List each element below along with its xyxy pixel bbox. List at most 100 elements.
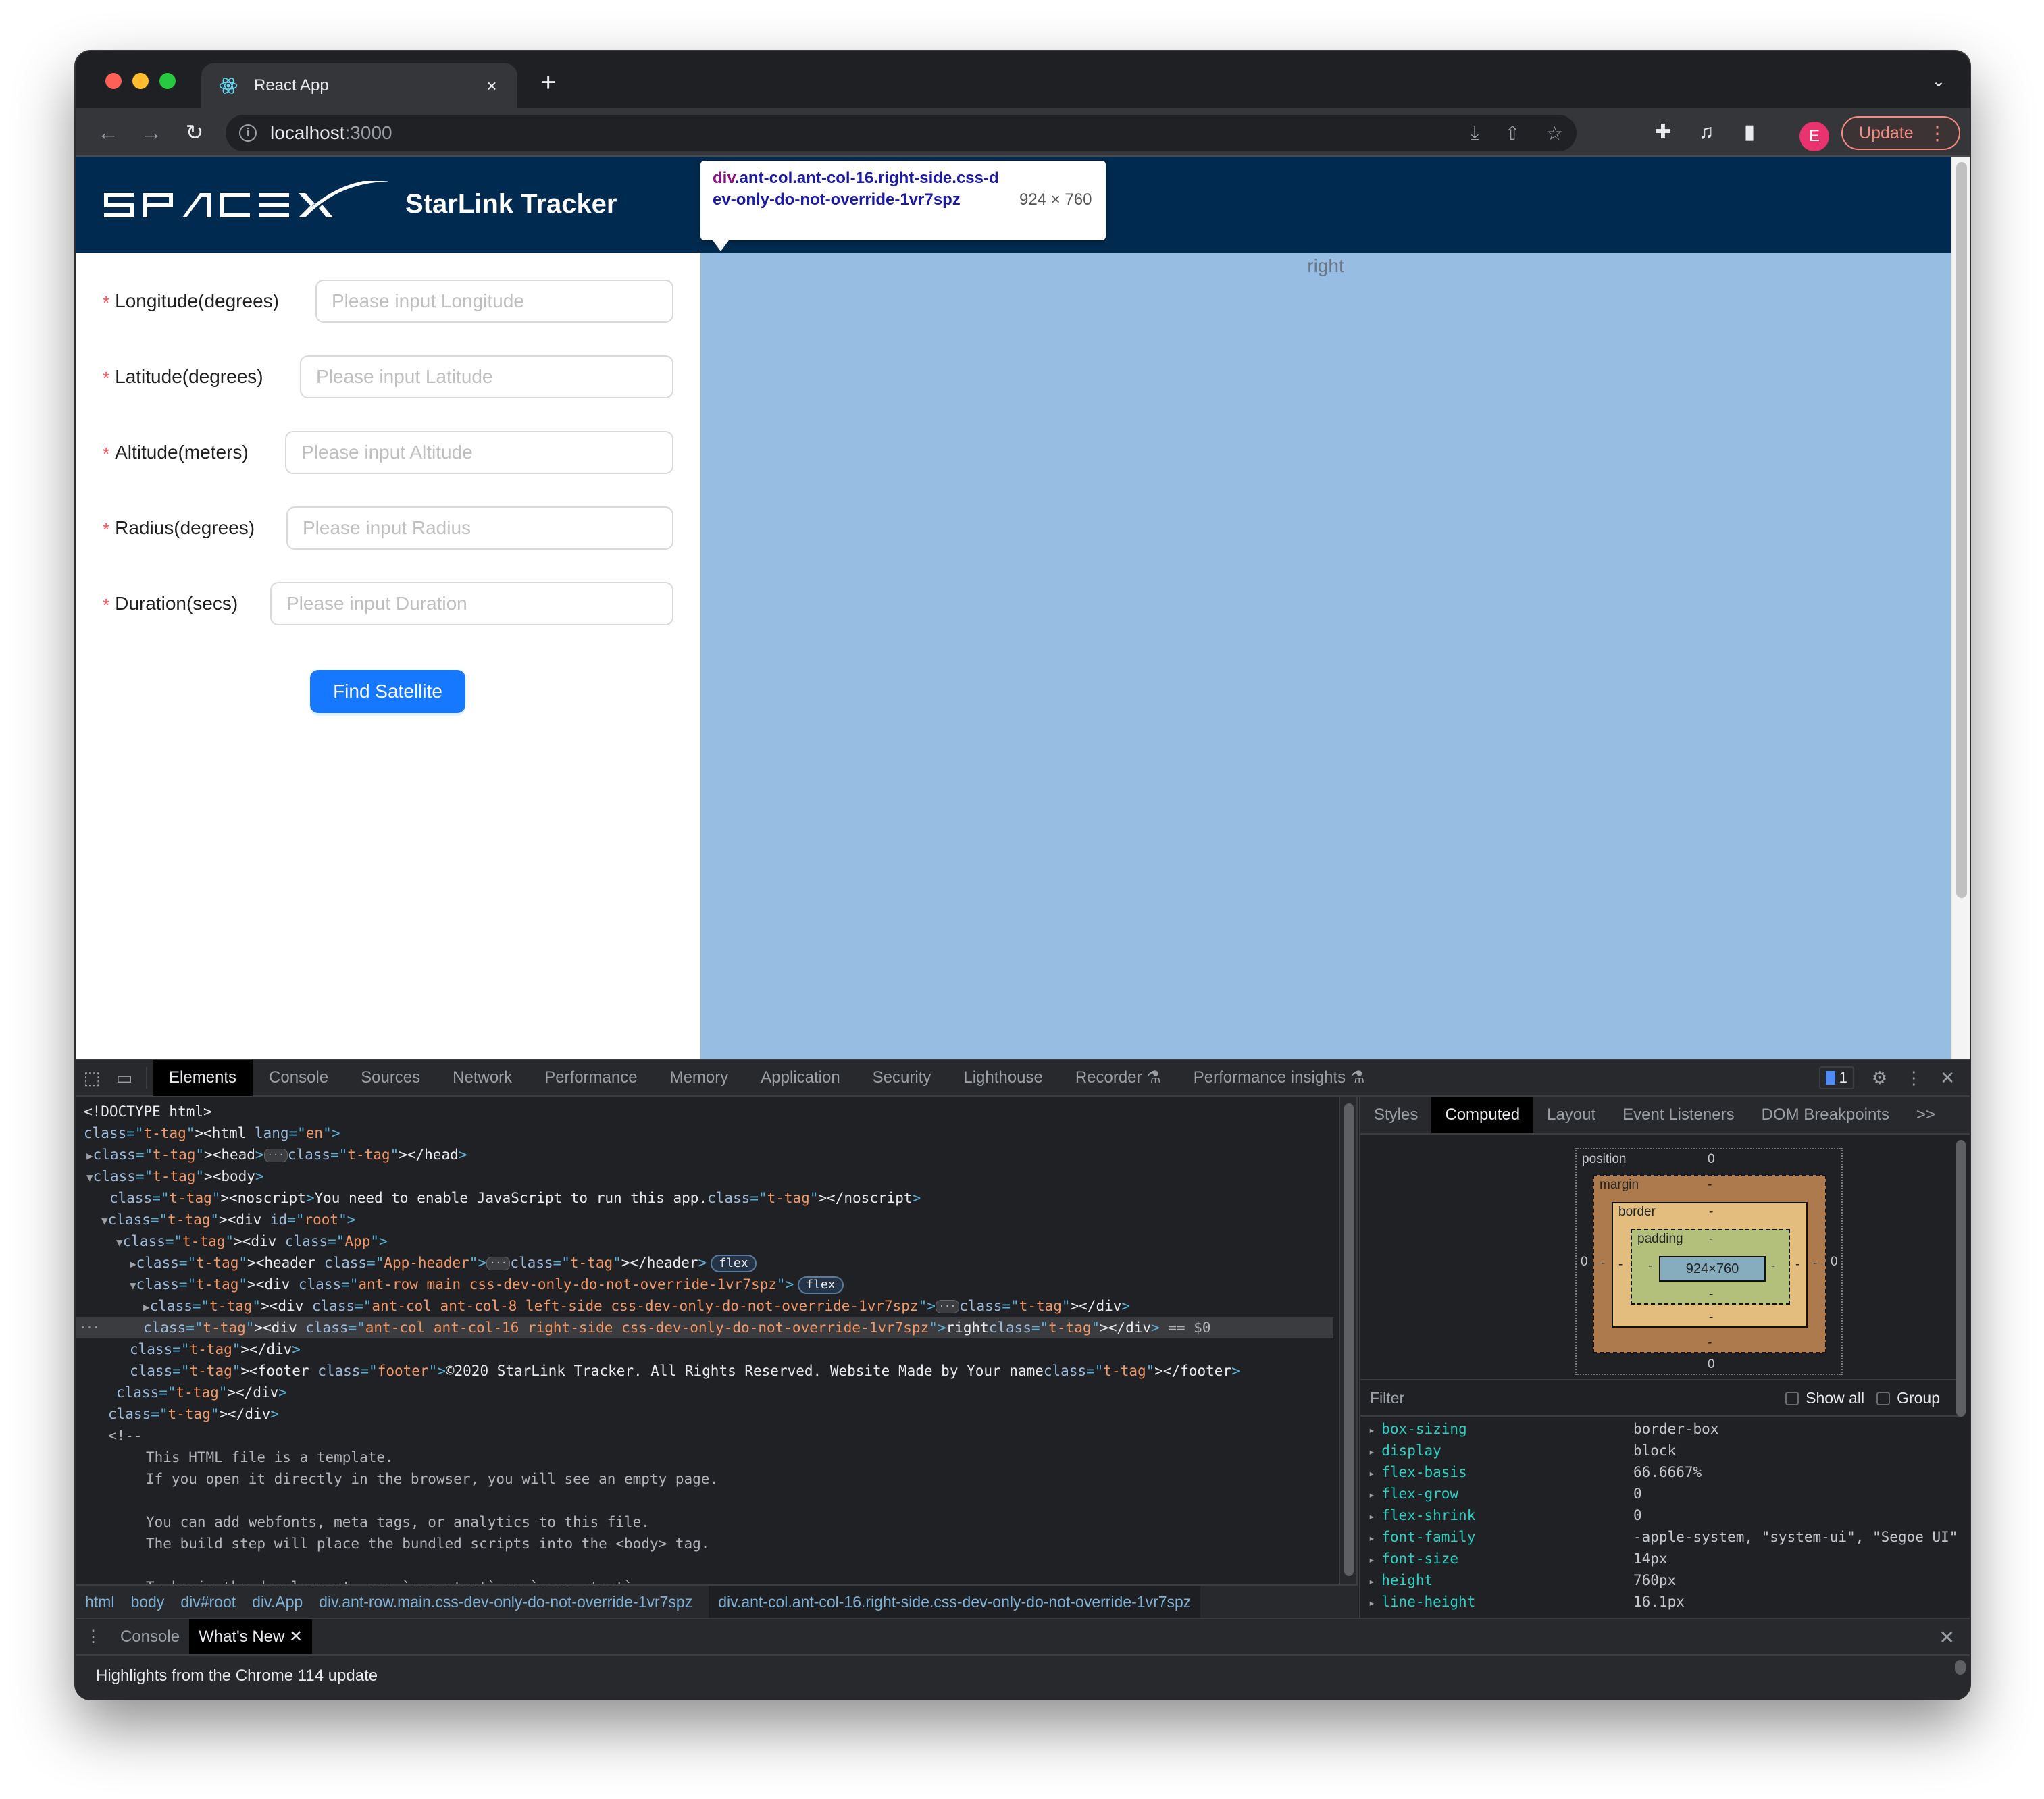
node-actions-icon[interactable]: ··· <box>80 1317 99 1338</box>
close-window-button[interactable] <box>105 73 122 89</box>
elements-scrollbar-thumb[interactable] <box>1344 1103 1354 1576</box>
breadcrumb-item[interactable]: div#root <box>180 1593 236 1611</box>
address-bar[interactable]: i localhost :3000 ⤓ ⇧ ☆ <box>226 115 1577 151</box>
computed-property-row[interactable]: height760px <box>1360 1569 1962 1591</box>
device-toolbar-icon[interactable]: ▭ <box>108 1068 140 1089</box>
bookmark-star-icon[interactable]: ☆ <box>1546 122 1563 145</box>
sidebar-tab-computed[interactable]: Computed <box>1431 1097 1534 1133</box>
breadcrumb-item-active[interactable]: div.ant-col.ant-col-16.right-side.css-de… <box>709 1586 1201 1618</box>
more-options-icon[interactable]: ⋮ <box>1905 1068 1922 1089</box>
show-all-checkbox[interactable]: Show all <box>1785 1389 1876 1407</box>
dom-node-line[interactable]: ▶class="t-tag"><header class="App-header… <box>76 1252 1333 1274</box>
devtools-tab-sources[interactable]: Sources <box>344 1060 436 1096</box>
drawer-tab-console[interactable]: Console <box>111 1619 189 1654</box>
issues-badge[interactable]: 1 <box>1818 1066 1854 1089</box>
page-scrollbar[interactable] <box>1951 157 1970 1059</box>
devtools-tab-application[interactable]: Application <box>744 1060 856 1096</box>
computed-property-row[interactable]: font-family-apple-system, "system-ui", "… <box>1360 1526 1962 1548</box>
sidebar-scrollbar[interactable] <box>1956 1140 1966 1417</box>
latitude-input[interactable] <box>300 355 673 398</box>
close-drawer-icon[interactable]: ✕ <box>1939 1626 1955 1648</box>
checkbox[interactable] <box>1876 1392 1891 1406</box>
drawer-menu-icon[interactable]: ⋮ <box>76 1619 111 1654</box>
site-info-icon[interactable]: i <box>239 124 257 142</box>
devtools-tab-elements[interactable]: Elements <box>153 1060 253 1096</box>
computed-property-row[interactable]: displayblock <box>1360 1440 1962 1461</box>
install-app-icon[interactable]: ⤓ <box>1471 122 1479 145</box>
breadcrumb-item[interactable]: body <box>130 1593 164 1611</box>
breadcrumb-item[interactable]: div.App <box>252 1593 303 1611</box>
close-devtools-icon[interactable]: ✕ <box>1940 1068 1955 1089</box>
dom-node-line[interactable]: class="t-tag"></div> <box>76 1382 1333 1403</box>
tab-close-icon[interactable]: × <box>482 76 501 97</box>
minimize-window-button[interactable] <box>132 73 149 89</box>
devtools-tab-lighthouse[interactable]: Lighthouse <box>947 1060 1058 1096</box>
dom-node-line[interactable]: ▼class="t-tag"><div class="App"> <box>76 1230 1333 1252</box>
forward-arrow-icon[interactable]: → <box>138 119 165 146</box>
more-tabs-chevron-icon[interactable]: >> <box>1903 1097 1949 1133</box>
dom-node-line[interactable]: You can add webfonts, meta tags, or anal… <box>76 1511 1333 1533</box>
expand-toggle-icon[interactable]: ▼ <box>101 1214 108 1227</box>
dom-node-line[interactable]: class="t-tag"><html lang="en"> <box>76 1122 1333 1144</box>
dom-node-line[interactable]: ▼class="t-tag"><div id="root"> <box>76 1209 1333 1230</box>
dom-node-line[interactable]: class="t-tag"></div> <box>76 1403 1333 1425</box>
close-tab-icon[interactable]: ✕ <box>289 1627 303 1646</box>
sidebar-tab-layout[interactable]: Layout <box>1533 1097 1609 1133</box>
devtools-tab-performance[interactable]: Performance <box>528 1060 653 1096</box>
checkbox[interactable] <box>1785 1392 1799 1406</box>
devtools-tab-console[interactable]: Console <box>253 1060 344 1096</box>
devtools-tab-performance-insights[interactable]: Performance insights ⚗ <box>1177 1060 1381 1096</box>
computed-property-row[interactable]: flex-basis66.6667% <box>1360 1461 1962 1483</box>
find-satellite-button[interactable]: Find Satellite <box>310 670 465 713</box>
dom-node-line[interactable]: This HTML file is a template. <box>76 1446 1333 1468</box>
sidebar-tab-event-listeners[interactable]: Event Listeners <box>1609 1097 1747 1133</box>
devtools-tab-memory[interactable]: Memory <box>654 1060 745 1096</box>
new-tab-button[interactable]: + <box>540 69 556 96</box>
dom-node-line[interactable]: class="t-tag"><noscript>You need to enab… <box>76 1187 1333 1209</box>
dom-node-line[interactable]: <!DOCTYPE html> <box>76 1101 1333 1122</box>
expand-toggle-icon[interactable]: ▶ <box>86 1149 93 1162</box>
settings-gear-icon[interactable]: ⚙ <box>1872 1068 1887 1089</box>
sidebar-tab-styles[interactable]: Styles <box>1360 1097 1431 1133</box>
dom-node-line[interactable]: ▼class="t-tag"><body> <box>76 1166 1333 1187</box>
expand-toggle-icon[interactable]: ▶ <box>143 1301 150 1313</box>
media-queue-icon[interactable]: ♫ <box>1693 119 1720 146</box>
sidebar-tab-dom-breakpoints[interactable]: DOM Breakpoints <box>1748 1097 1903 1133</box>
tab-search-chevron-icon[interactable]: ⌄ <box>1932 72 1945 91</box>
filter-input[interactable]: Filter <box>1370 1389 1404 1407</box>
side-panel-icon[interactable]: ▮ <box>1736 119 1763 146</box>
drawer-tab-whats-new[interactable]: What's New ✕ <box>189 1619 313 1654</box>
computed-property-row[interactable]: flex-shrink0 <box>1360 1505 1962 1526</box>
devtools-tab-security[interactable]: Security <box>857 1060 948 1096</box>
devtools-tab-recorder[interactable]: Recorder ⚗ <box>1059 1060 1177 1096</box>
expand-toggle-icon[interactable]: ▼ <box>86 1171 93 1184</box>
radius-input[interactable] <box>286 506 673 550</box>
dom-node-line[interactable]: ▶class="t-tag"><div class="ant-col ant-c… <box>76 1295 1333 1317</box>
dom-node-line[interactable]: To begin the development, run `npm start… <box>76 1576 1333 1584</box>
share-icon[interactable]: ⇧ <box>1504 122 1520 145</box>
dom-node-line[interactable]: class="t-tag"><footer class="footer">©20… <box>76 1360 1333 1382</box>
extensions-puzzle-icon[interactable]: ✚ <box>1650 119 1677 146</box>
expand-toggle-icon[interactable]: ▶ <box>130 1257 136 1270</box>
computed-property-row[interactable]: line-height16.1px <box>1360 1591 1962 1613</box>
duration-input[interactable] <box>270 582 673 625</box>
breadcrumb-item[interactable]: html <box>85 1593 114 1611</box>
maximize-window-button[interactable] <box>159 73 176 89</box>
altitude-input[interactable] <box>285 431 673 474</box>
breadcrumb-item[interactable]: div.ant-row.main.css-dev-only-do-not-ove… <box>319 1593 692 1611</box>
browser-tab[interactable]: React App × <box>201 63 517 108</box>
flex-badge[interactable]: flex <box>711 1255 757 1272</box>
elements-scrollbar[interactable] <box>1339 1097 1358 1584</box>
dom-node-line[interactable]: class="t-tag"></div> <box>76 1338 1333 1360</box>
expand-toggle-icon[interactable]: ▼ <box>116 1236 123 1249</box>
computed-property-row[interactable]: font-size14px <box>1360 1548 1962 1569</box>
update-button[interactable]: Update ⋮ <box>1841 116 1960 150</box>
dom-node-line[interactable]: ▼class="t-tag"><div class="ant-row main … <box>76 1274 1333 1295</box>
computed-property-row[interactable]: box-sizingborder-box <box>1360 1418 1962 1440</box>
inspect-element-icon[interactable]: ⬚ <box>76 1068 108 1089</box>
selected-dom-node[interactable]: class="t-tag"><div class="ant-col ant-co… <box>76 1317 1333 1338</box>
dom-node-line[interactable]: If you open it directly in the browser, … <box>76 1468 1333 1490</box>
dom-node-line[interactable]: ▶class="t-tag"><head> ··· class="t-tag"></… <box>76 1144 1333 1166</box>
reload-icon[interactable]: ↻ <box>181 119 208 146</box>
back-arrow-icon[interactable]: ← <box>95 119 122 146</box>
